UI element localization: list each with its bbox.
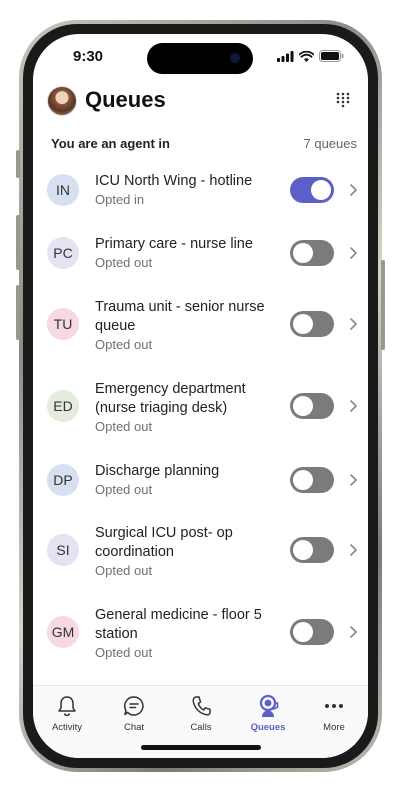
queue-text: Surgical ICU post- op coordination Opted… bbox=[95, 524, 275, 579]
chevron-right-icon[interactable] bbox=[348, 473, 358, 487]
app-header: Queues bbox=[33, 84, 368, 124]
queue-name: Discharge planning bbox=[95, 463, 220, 479]
queue-text: Discharge planning Opted out bbox=[95, 462, 275, 498]
queue-count: 7 queues bbox=[303, 136, 358, 151]
tab-more[interactable]: More bbox=[304, 694, 364, 733]
bell-icon bbox=[58, 696, 76, 717]
queue-avatar: PC bbox=[47, 237, 79, 269]
queue-text: Emergency department (nurse triaging des… bbox=[95, 380, 275, 435]
tab-calls[interactable]: Calls bbox=[171, 694, 231, 733]
queue-row[interactable]: GM General medicine - floor 5 station Op… bbox=[33, 606, 368, 666]
volume-up-button bbox=[16, 215, 20, 270]
queue-avatar: DP bbox=[47, 464, 79, 496]
action-button bbox=[16, 150, 20, 178]
battery-icon bbox=[319, 50, 344, 62]
queue-row[interactable]: DP Discharge planning Opted out bbox=[33, 462, 368, 506]
queue-status: Opted out bbox=[95, 419, 153, 434]
opt-in-toggle[interactable] bbox=[290, 177, 334, 203]
queue-name: Surgical ICU post- op coordination bbox=[95, 525, 233, 560]
queue-avatar: SI bbox=[47, 534, 79, 566]
tab-label: Chat bbox=[123, 722, 145, 733]
queue-name: Primary care - nurse line bbox=[95, 236, 253, 252]
cellular-signal-icon bbox=[277, 50, 294, 62]
chevron-right-icon[interactable] bbox=[348, 625, 358, 639]
page-title: Queues bbox=[85, 87, 166, 112]
queue-row[interactable]: IN ICU North Wing - hotline Opted in bbox=[33, 172, 368, 216]
tab-queues[interactable]: Queues bbox=[238, 694, 298, 733]
queue-avatar: TU bbox=[47, 308, 79, 340]
queue-text: ICU North Wing - hotline Opted in bbox=[95, 172, 275, 208]
queue-row[interactable]: ED Emergency department (nurse triaging … bbox=[33, 380, 368, 440]
camera-icon bbox=[230, 53, 240, 63]
chevron-right-icon[interactable] bbox=[348, 399, 358, 413]
profile-avatar[interactable] bbox=[47, 86, 77, 116]
chevron-right-icon[interactable] bbox=[348, 246, 358, 260]
queue-row[interactable]: TU Trauma unit - senior nurse queue Opte… bbox=[33, 298, 368, 358]
opt-in-toggle[interactable] bbox=[290, 537, 334, 563]
chat-icon bbox=[124, 696, 144, 716]
status-time: 9:30 bbox=[73, 48, 104, 65]
screen: 9:30 Queues You are an agent in 7 queues… bbox=[33, 34, 368, 758]
queue-avatar: ED bbox=[47, 390, 79, 422]
opt-in-toggle[interactable] bbox=[290, 393, 334, 419]
queue-avatar: GM bbox=[47, 616, 79, 648]
queue-name: General medicine - floor 5 station bbox=[95, 607, 262, 642]
section-header: You are an agent in 7 queues bbox=[51, 136, 357, 151]
phone-icon bbox=[192, 696, 211, 716]
queue-status: Opted out bbox=[95, 645, 153, 660]
queue-agent-icon bbox=[259, 694, 279, 717]
side-button bbox=[381, 260, 385, 350]
queue-text: General medicine - floor 5 station Opted… bbox=[95, 606, 275, 661]
chevron-right-icon[interactable] bbox=[348, 183, 358, 197]
opt-in-toggle[interactable] bbox=[290, 467, 334, 493]
opt-in-toggle[interactable] bbox=[290, 619, 334, 645]
tab-label: Activity bbox=[51, 722, 83, 733]
queue-name: ICU North Wing - hotline bbox=[95, 173, 253, 189]
tab-label: Calls bbox=[190, 722, 212, 733]
queue-text: Trauma unit - senior nurse queue Opted o… bbox=[95, 298, 275, 353]
queue-row[interactable]: PC Primary care - nurse line Opted out bbox=[33, 235, 368, 279]
chevron-right-icon[interactable] bbox=[348, 317, 358, 331]
queue-row[interactable]: SI Surgical ICU post- op coordination Op… bbox=[33, 524, 368, 584]
status-icons bbox=[277, 50, 344, 62]
queue-status: Opted in bbox=[95, 192, 145, 207]
queue-status: Opted out bbox=[95, 563, 153, 578]
more-icon bbox=[325, 704, 343, 708]
dynamic-island bbox=[147, 43, 253, 74]
queue-name: Trauma unit - senior nurse queue bbox=[95, 299, 265, 334]
tab-chat[interactable]: Chat bbox=[104, 694, 164, 733]
wifi-icon bbox=[299, 50, 314, 62]
queue-status: Opted out bbox=[95, 337, 153, 352]
queue-status: Opted out bbox=[95, 482, 153, 497]
queue-name: Emergency department (nurse triaging des… bbox=[95, 381, 246, 416]
opt-in-toggle[interactable] bbox=[290, 311, 334, 337]
queue-status: Opted out bbox=[95, 255, 153, 270]
tab-label: Queues bbox=[250, 722, 286, 733]
queue-text: Primary care - nurse line Opted out bbox=[95, 235, 275, 271]
queue-avatar: IN bbox=[47, 174, 79, 206]
section-title: You are an agent in bbox=[51, 136, 170, 151]
tab-label: More bbox=[323, 722, 345, 733]
volume-down-button bbox=[16, 285, 20, 340]
opt-in-toggle[interactable] bbox=[290, 240, 334, 266]
chevron-right-icon[interactable] bbox=[348, 543, 358, 557]
dialpad-icon[interactable] bbox=[336, 92, 350, 108]
home-indicator bbox=[141, 745, 261, 750]
tab-activity[interactable]: Activity bbox=[37, 694, 97, 733]
